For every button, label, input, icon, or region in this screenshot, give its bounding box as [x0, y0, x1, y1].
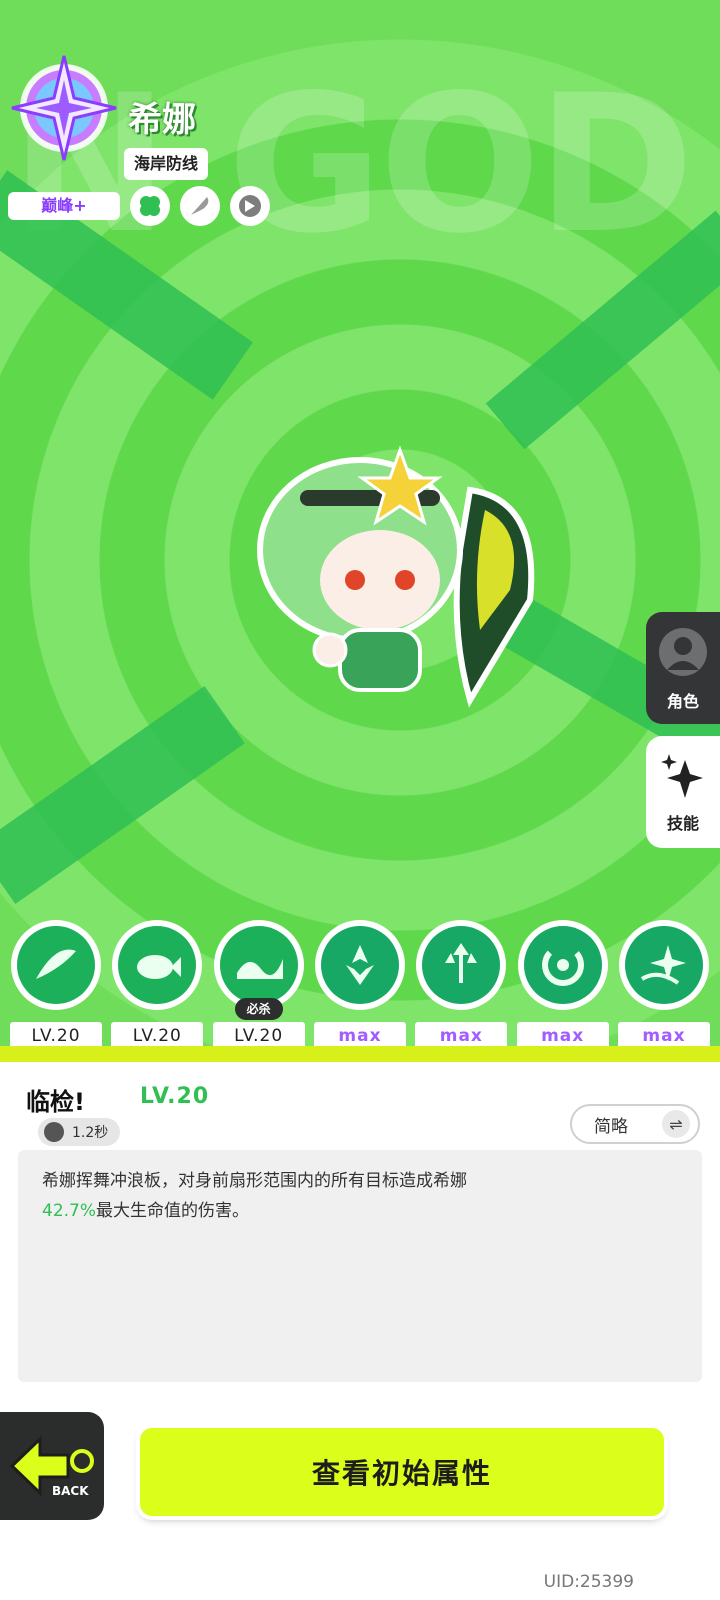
skill-fish-icon[interactable] — [112, 920, 203, 1010]
skill-title: 临检! — [26, 1088, 85, 1116]
skill-split-icon[interactable] — [314, 920, 405, 1010]
rank-label: 巅峰+ — [8, 192, 120, 220]
tab-skill-label: 技能 — [666, 814, 699, 833]
description-text: 希娜挥舞冲浪板，对身前扇形范围内的所有目标造成希娜 — [42, 1171, 467, 1191]
cooldown-value: 1.2秒 — [72, 1125, 109, 1141]
tab-role-label: 角色 — [666, 692, 699, 711]
rank-badge-icon — [8, 52, 120, 164]
character-subtitle: 海岸防线 — [124, 148, 209, 180]
skill-slot[interactable]: LV.20 — [8, 920, 104, 1050]
skill-slot[interactable]: max — [515, 920, 611, 1050]
back-button[interactable]: BACK — [0, 1412, 104, 1520]
skill-title-level: LV.20 — [140, 1084, 210, 1109]
tab-skill[interactable]: 技能 — [646, 736, 720, 848]
skill-swirl-icon[interactable] — [517, 920, 608, 1010]
skill-surf-icon[interactable] — [11, 920, 101, 1010]
skill-star-icon[interactable] — [618, 920, 709, 1010]
summary-toggle-label: 简略 — [594, 1116, 628, 1137]
user-id: UID:25399 — [543, 1572, 634, 1592]
hero-area: N GOD 希娜 海岸防线 巅峰+ — [0, 0, 720, 1070]
swap-icon: ⇌ — [662, 1110, 690, 1138]
cooldown-badge: 1.2秒 — [38, 1118, 121, 1146]
skill-wave-icon[interactable] — [213, 920, 304, 1010]
skill-slot[interactable]: LV.20 — [109, 920, 205, 1050]
back-label: BACK — [52, 1484, 89, 1498]
feather-icon[interactable] — [180, 186, 220, 226]
skill-slot[interactable]: max — [413, 920, 509, 1050]
character-illustration — [240, 430, 560, 730]
view-initial-stats-button[interactable]: 查看初始属性 — [140, 1428, 664, 1516]
green-streak-bottom-left — [0, 686, 245, 904]
skill-slot[interactable]: max — [616, 920, 712, 1050]
avatar-icon — [657, 626, 709, 682]
sparkle-icon — [661, 752, 705, 804]
skill-slot[interactable]: 必杀 LV.20 — [211, 920, 307, 1050]
character-name: 希娜 — [128, 100, 196, 140]
clover-icon[interactable] — [130, 186, 170, 226]
description-text-end: 最大生命值的伤害。 — [96, 1201, 250, 1221]
crest-icon[interactable] — [230, 186, 270, 226]
description-highlight: 42.7% — [42, 1201, 97, 1221]
tab-role[interactable]: 角色 — [646, 612, 720, 724]
clock-icon — [44, 1122, 64, 1142]
skill-arrows-icon[interactable] — [416, 920, 507, 1010]
skill-slot[interactable]: max — [312, 920, 408, 1050]
back-arrow-icon: BACK — [9, 1435, 94, 1498]
ultimate-tag: 必杀 — [234, 998, 283, 1020]
skill-description: 希娜挥舞冲浪板，对身前扇形范围内的所有目标造成希娜 42.7%最大生命值的伤害。 — [18, 1150, 702, 1382]
summary-toggle-button[interactable]: 简略 ⇌ — [570, 1104, 700, 1144]
skill-list: LV.20 LV.20 必杀 LV.20 max max max max — [8, 920, 712, 1050]
